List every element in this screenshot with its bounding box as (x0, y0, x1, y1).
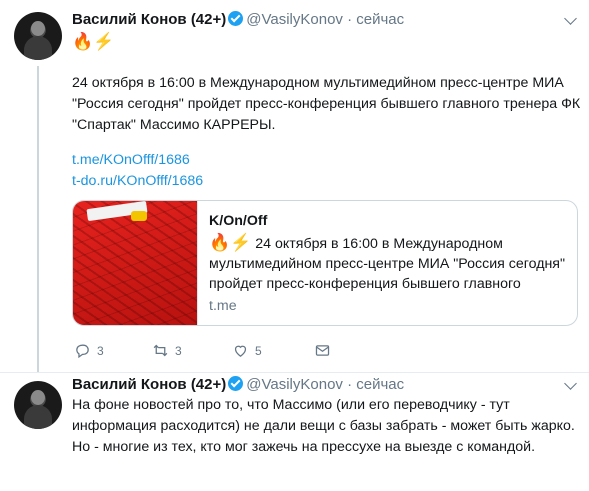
like-count: 5 (255, 343, 262, 358)
avatar[interactable] (14, 12, 62, 60)
link-preview-card[interactable]: K/On/Off 🔥⚡ 24 октября в 16:00 в Междуна… (72, 200, 578, 326)
retweet-count: 3 (175, 343, 182, 358)
tweet-link[interactable]: t.me/KOnOfff/1686 (72, 150, 582, 171)
fire-emoji: 🔥 (209, 233, 231, 252)
header-separator: · (347, 376, 353, 393)
like-button[interactable]: 5 (232, 342, 262, 359)
header-separator: · (347, 11, 353, 28)
tweet-link-list: t.me/KOnOfff/1686 t-do.ru/KOnOfff/1686 (72, 150, 582, 192)
reply-button[interactable]: 3 (74, 342, 104, 359)
tweet-text: На фоне новостей про то, что Массимо (ил… (72, 397, 575, 455)
lightning-emoji: ⚡ (230, 233, 252, 252)
retweet-icon (153, 344, 168, 357)
tweet-actions: 3 3 5 (72, 342, 372, 366)
card-body: K/On/Off 🔥⚡ 24 октября в 16:00 в Междуна… (209, 211, 569, 316)
author-handle[interactable]: @VasilyKonov (246, 376, 343, 393)
card-domain: t.me (209, 298, 237, 314)
tweet-timestamp[interactable]: сейчас (356, 11, 404, 28)
chevron-down-icon[interactable] (564, 12, 577, 25)
thread-connector-line (37, 66, 39, 372)
envelope-icon (315, 345, 330, 356)
author-handle[interactable]: @VasilyKonov (246, 11, 343, 28)
direct-message-button[interactable] (314, 342, 331, 359)
author-badge[interactable]: (42+) (191, 11, 226, 28)
tweet-text: 24 октября в 16:00 в Международном мульт… (72, 75, 581, 133)
tweet-emoji-line: 🔥⚡ (72, 32, 582, 54)
tweet-header: Василий Конов (42+) @VasilyKonov · сейчас (72, 375, 404, 395)
chevron-down-icon[interactable] (564, 377, 577, 390)
author-badge[interactable]: (42+) (191, 376, 226, 393)
reply-count: 3 (97, 343, 104, 358)
tweet[interactable]: Василий Конов (42+) @VasilyKonov · сейчас… (0, 372, 589, 491)
avatar[interactable] (14, 381, 62, 429)
card-image-signed-jersey[interactable] (73, 201, 198, 325)
fire-emoji: 🔥 (72, 32, 94, 51)
author-name[interactable]: Василий Конов (72, 11, 187, 28)
verified-badge-icon (228, 11, 244, 26)
heart-icon (234, 345, 247, 357)
card-title: K/On/Off (209, 213, 268, 229)
tweet-header: Василий Конов (42+) @VasilyKonov · сейчас (72, 10, 404, 30)
lightning-emoji: ⚡ (93, 32, 115, 51)
reply-icon (76, 344, 89, 359)
card-description-text: 24 октября в 16:00 в Международном мульт… (209, 236, 566, 292)
tweet-link[interactable]: t-do.ru/KOnOfff/1686 (72, 171, 582, 192)
tweet[interactable]: Василий Конов (42+) @VasilyKonov · сейчас… (0, 0, 589, 373)
author-name[interactable]: Василий Конов (72, 376, 187, 393)
card-description: 🔥⚡ 24 октября в 16:00 в Международном му… (209, 233, 569, 294)
retweet-button[interactable]: 3 (152, 342, 182, 359)
verified-badge-icon (228, 376, 244, 391)
tweet-timestamp[interactable]: сейчас (356, 376, 404, 393)
